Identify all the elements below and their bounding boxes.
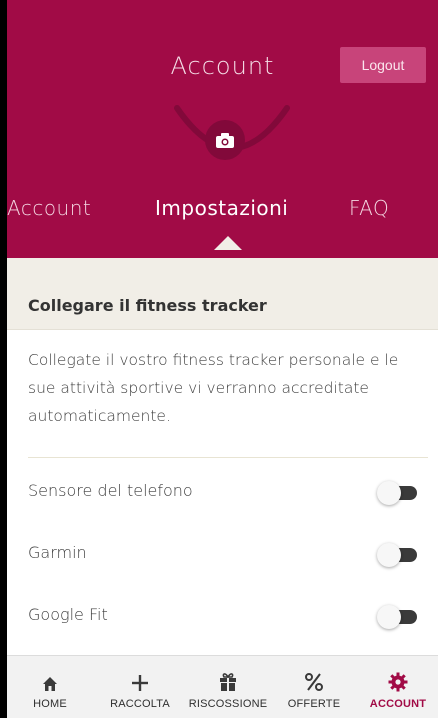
section-title: Collegare il fitness tracker [28,296,267,315]
nav-raccolta[interactable]: RACCOLTA [97,656,183,718]
tab-impostazioni[interactable]: Impostazioni [155,196,288,220]
section-header: Collegare il fitness tracker [7,258,438,330]
camera-icon [216,132,234,148]
tab-account[interactable]: Account [7,196,91,220]
toggle-sensore-del-telefono[interactable] [377,481,419,505]
nav-riscossione[interactable]: RISCOSSIONE [185,656,271,718]
nav-label: RISCOSSIONE [188,698,268,710]
home-icon [43,677,57,691]
app-screen: Account Logout Account Impostazioni FAQ … [7,0,438,718]
tracker-label: Garmin [28,543,87,562]
toggle-knob [377,543,401,567]
toggle-garmin[interactable] [377,543,419,567]
nav-home[interactable]: HOME [7,656,93,718]
nav-account[interactable]: ACCOUNT [355,656,438,718]
active-tab-indicator [214,236,242,250]
tab-faq[interactable]: FAQ [349,196,389,220]
toggle-knob [377,605,401,629]
gift-icon [220,673,236,691]
gear-icon [388,672,408,692]
plus-icon [132,675,148,691]
percent-icon [305,673,323,691]
tracker-row-garmin: Garmin [28,535,428,571]
nav-label: HOME [33,698,67,710]
nav-label: OFFERTE [287,698,341,710]
avatar-photo-button[interactable] [205,120,245,160]
tracker-label: Google Fit [28,605,108,624]
logout-button[interactable]: Logout [340,47,426,83]
account-header: Account Logout Account Impostazioni FAQ [7,0,438,258]
bottom-navigation: HOME RACCOLTA RISCOSSIONE OFFERTE ACCOUN… [7,655,438,718]
nav-label: RACCOLTA [110,698,170,710]
tracker-label: Sensore del telefono [28,481,193,500]
divider [28,457,428,458]
account-tabs: Account Impostazioni FAQ [7,196,438,236]
nav-offerte[interactable]: OFFERTE [271,656,357,718]
toggle-knob [377,481,401,505]
nav-label: ACCOUNT [369,698,427,710]
section-description: Collegate il vostro fitness tracker pers… [28,351,399,425]
tracker-row-sensore-del-telefono: Sensore del telefono [28,473,428,509]
tracker-row-google-fit: Google Fit [28,597,428,633]
toggle-google-fit[interactable] [377,605,419,629]
